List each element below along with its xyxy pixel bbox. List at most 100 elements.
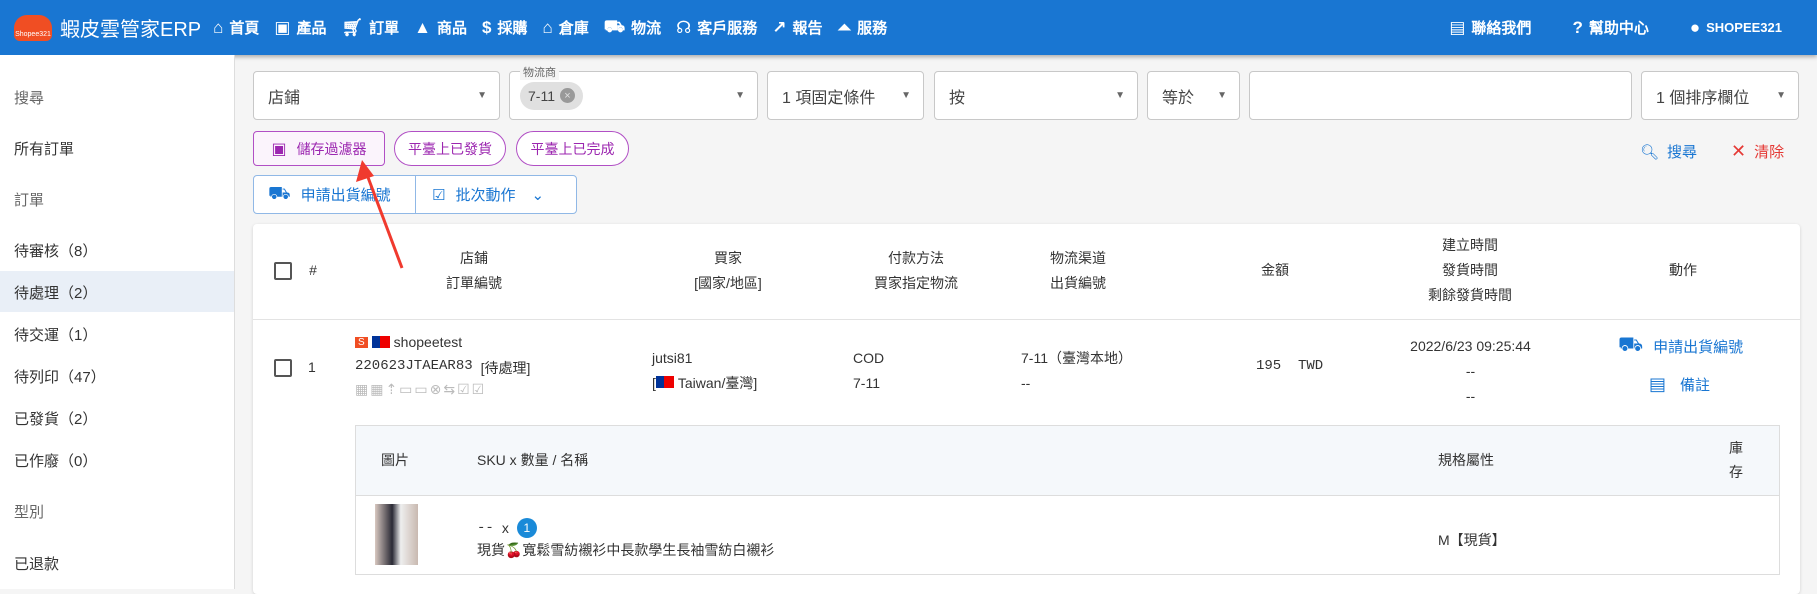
apply-label: 申請出貨編號: [300, 187, 391, 204]
sku-qty: -- x 1: [477, 518, 537, 538]
order-cell: 220623JTAEAR83 [待處理]: [355, 358, 530, 378]
sidebar-item-to-print[interactable]: 待列印（47）: [14, 366, 106, 387]
help-center-link[interactable]: ? 幫助中心: [1572, 17, 1648, 38]
nav-service[interactable]: ⏶ 服務: [838, 17, 888, 38]
store-select-label: 店鋪: [268, 89, 301, 107]
close-icon: ✕: [1731, 141, 1747, 161]
sidebar-item-processing[interactable]: 待處理（2）: [14, 282, 97, 303]
shopee-icon: S: [355, 336, 368, 348]
top-nav-bar: Shopee321 蝦皮雲管家ERP ⌂ 首頁 ▣ 產品 🛒︎ 訂單 ▲ 商品 $ 採購 …: [0, 0, 1817, 55]
row-index: 1: [308, 359, 316, 375]
items-col-spec: 規格屬性: [1438, 452, 1494, 468]
filter-value-input[interactable]: [1249, 71, 1632, 120]
nav-goods[interactable]: ▲ 商品: [414, 17, 467, 38]
comment-icon: ▤: [1649, 374, 1667, 394]
col-num: #: [309, 262, 317, 278]
chip-remove-icon[interactable]: ×: [559, 88, 575, 103]
chip-platform-completed[interactable]: 平臺上已完成: [516, 131, 629, 166]
support-icon: ☊: [676, 17, 692, 37]
times-cell: 2022/6/23 09:25:44 -- --: [1383, 334, 1558, 409]
sidebar-item-to-ship[interactable]: 待交運（1）: [14, 324, 97, 345]
store-cell: Sshopeetest: [355, 334, 462, 350]
sort-select[interactable]: 1 個排序欄位 ▼: [1641, 71, 1799, 120]
nav-support[interactable]: ☊ 客戶服務: [676, 17, 757, 38]
by-field-select[interactable]: 按 ▼: [934, 71, 1138, 120]
sidebar-heading-type: 型別: [14, 504, 45, 521]
sidebar-item-refunded[interactable]: 已退款: [14, 553, 59, 574]
account-icon: ●: [1689, 17, 1701, 37]
save-icon: ▣: [271, 140, 287, 158]
buyer-logistics: 7-11: [853, 375, 880, 391]
sku: --: [477, 520, 494, 536]
sort-label: 1 個排序欄位: [1656, 89, 1750, 107]
apply-tracking-link[interactable]: ⛟ 申請出貨編號: [1618, 334, 1743, 359]
report-icon: ↗: [772, 17, 787, 37]
shipped-time: --: [1465, 363, 1476, 379]
amount: 195 TWD: [1256, 358, 1324, 374]
dollar-icon: $: [481, 17, 492, 37]
sidebar-item-shipped[interactable]: 已發貨（2）: [14, 408, 97, 429]
col-channel: 物流渠道 出貨編號: [1028, 246, 1128, 296]
order-status: [待處理]: [480, 360, 531, 376]
shapes-icon: ▲: [414, 17, 431, 37]
dropdown-arrow-icon: ▼: [901, 90, 911, 101]
sidebar-item-all-orders[interactable]: 所有訂單: [14, 138, 74, 159]
col-store-label: 店鋪: [460, 250, 488, 266]
save-filter-button[interactable]: ▣ 儲存過濾器: [253, 131, 385, 166]
nav-label: 訂單: [369, 20, 400, 37]
by-label: 按: [949, 89, 966, 107]
dropdown-arrow-icon: ▼: [477, 90, 487, 101]
items-col-stock: 庫存: [1729, 440, 1743, 480]
action-button-group: ⛟ 申請出貨編號 ☑ 批次動作 ⌄: [253, 175, 577, 214]
col-times: 建立時間 發貨時間 剩餘發貨時間: [1410, 233, 1530, 308]
country-name: Taiwan/臺灣: [677, 375, 754, 391]
nav-purchase[interactable]: $ 採購: [482, 17, 527, 38]
brand-name[interactable]: 蝦皮雲管家ERP: [60, 13, 201, 42]
store-select[interactable]: 店鋪 ▼: [253, 71, 500, 120]
nav-logistics[interactable]: ⛟ 物流: [604, 17, 661, 39]
nav-report[interactable]: ↗ 報告: [772, 17, 822, 38]
row-checkbox[interactable]: [274, 359, 292, 377]
nav-products[interactable]: ▣ 產品: [274, 17, 326, 38]
buyer-name: jutsi81: [652, 350, 693, 366]
chip-platform-shipped[interactable]: 平臺上已發貨: [394, 131, 506, 166]
store-name[interactable]: shopeetest: [394, 334, 463, 350]
clear-button[interactable]: ✕ 清除: [1731, 141, 1784, 162]
select-all-checkbox[interactable]: [274, 262, 292, 280]
fixed-conditions-select[interactable]: 1 項固定條件 ▼: [767, 71, 924, 120]
note-link[interactable]: ▤ 備註: [1649, 374, 1710, 395]
product-image[interactable]: [375, 504, 418, 565]
apply-tracking-button[interactable]: ⛟ 申請出貨編號: [254, 176, 416, 213]
logistics-channel: 7-11（臺灣本地）: [1021, 350, 1132, 366]
order-action-icons[interactable]: ▦▦⇡▭▭⊗⇆☑☑: [355, 381, 486, 398]
sidebar: 搜尋 所有訂單 訂單 待審核（8） 待處理（2） 待交運（1） 待列印（47） …: [0, 55, 235, 589]
col-amount: 金額: [1261, 262, 1289, 278]
operator-select[interactable]: 等於 ▼: [1147, 71, 1240, 120]
nav-label: 產品: [296, 20, 327, 37]
contact-us-link[interactable]: ▤ 聯絡我們: [1449, 17, 1531, 38]
col-order-label: 訂單編號: [446, 275, 502, 291]
nav-label: 報告: [792, 20, 823, 37]
col-channel-label: 物流渠道: [1050, 250, 1106, 266]
dropdown-arrow-icon: ▼: [1217, 90, 1227, 101]
buyer-country: [Taiwan/臺灣]: [652, 375, 758, 391]
nav-label: 倉庫: [558, 20, 589, 37]
batch-actions-button[interactable]: ☑ 批次動作 ⌄: [416, 184, 544, 205]
items-col-sku: SKU x 數量 / 名稱: [477, 452, 589, 468]
apply-link-label: 申請出貨編號: [1653, 339, 1744, 356]
taiwan-flag-icon: [371, 336, 390, 348]
warehouse-icon: ⌂: [542, 17, 553, 37]
orders-table: # 店鋪 訂單編號 買家 [國家/地區] 付款方法 買家指定物流 物流渠道 出貨編號 金…: [253, 224, 1800, 594]
nav-warehouse[interactable]: ⌂ 倉庫: [542, 17, 588, 38]
nav-home[interactable]: ⌂ 首頁: [213, 17, 259, 38]
sidebar-item-pending-review[interactable]: 待審核（8）: [14, 240, 97, 261]
carrier-select[interactable]: 物流商 7-11 × ▼: [509, 64, 758, 120]
user-menu[interactable]: ● SHOPEE321: [1690, 18, 1782, 38]
nav-orders[interactable]: 🛒︎ 訂單: [342, 17, 400, 38]
service-icon: ⏶: [837, 17, 852, 37]
dropdown-arrow-icon: ▼: [1115, 90, 1125, 101]
order-number[interactable]: 220623JTAEAR83: [355, 358, 473, 378]
carrier-chip[interactable]: 7-11 ×: [520, 81, 583, 110]
sidebar-item-voided[interactable]: 已作廢（0）: [14, 450, 97, 471]
search-button[interactable]: 🔍︎ 搜尋: [1640, 141, 1697, 162]
